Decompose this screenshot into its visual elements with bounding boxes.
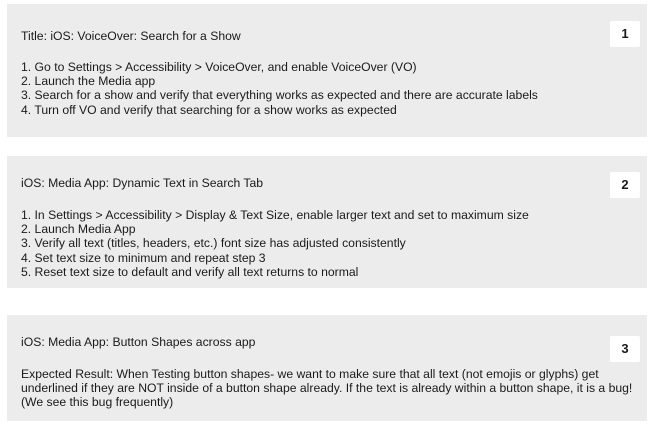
card-title: Title: iOS: VoiceOver: Search for a Show — [21, 29, 241, 43]
step-item: 3. Verify all text (titles, headers, etc… — [21, 236, 406, 251]
card-title: iOS: Media App: Dynamic Text in Search T… — [21, 176, 264, 190]
step-item: 1. Go to Settings > Accessibility > Voic… — [21, 60, 417, 74]
test-case-card: iOS: Media App: Dynamic Text in Search T… — [7, 156, 647, 288]
step-item: 4. Turn off VO and verify that searching… — [21, 102, 397, 117]
card-number-badge: 2 — [610, 172, 640, 198]
step-item: 1. In Settings > Accessibility > Display… — [21, 208, 529, 222]
card-title: iOS: Media App: Button Shapes across app — [21, 335, 256, 349]
step-item: 5. Reset text size to default and verify… — [21, 264, 359, 279]
step-item: 4. Set text size to minimum and repeat s… — [21, 250, 266, 265]
test-case-card: Title: iOS: VoiceOver: Search for a Show… — [7, 4, 647, 137]
step-item: 2. Launch Media App — [21, 222, 136, 237]
step-item: 3. Search for a show and verify that eve… — [21, 88, 538, 103]
card-number-badge: 3 — [610, 336, 640, 362]
steps-list: 1. In Settings > Accessibility > Display… — [21, 208, 529, 279]
test-case-card: iOS: Media App: Button Shapes across app… — [7, 315, 647, 421]
steps-list: 1. Go to Settings > Accessibility > Voic… — [21, 60, 538, 117]
step-item: 2. Launch the Media app — [21, 74, 156, 89]
card-number-badge: 1 — [610, 21, 640, 47]
expected-result-text: Expected Result: When Testing button sha… — [21, 367, 633, 410]
